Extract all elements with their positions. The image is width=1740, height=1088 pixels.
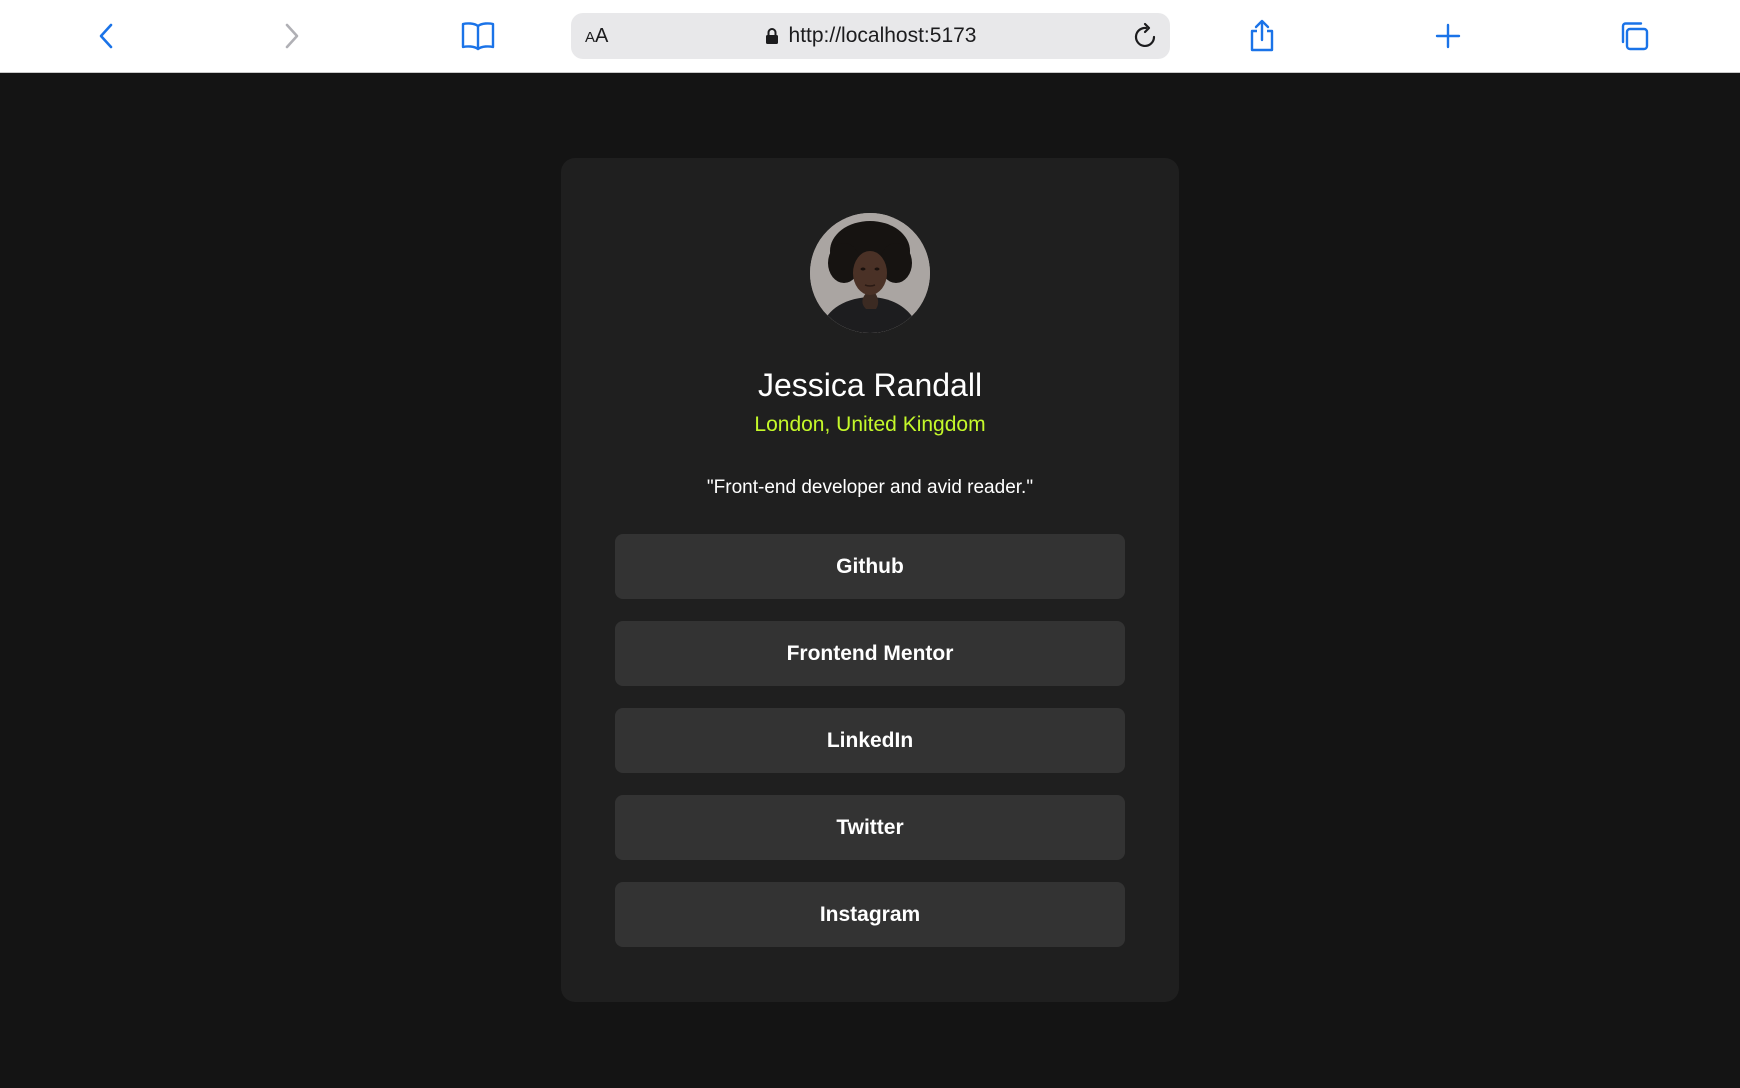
chevron-left-icon xyxy=(99,23,113,49)
reload-button[interactable] xyxy=(1130,20,1162,52)
new-tab-button[interactable] xyxy=(1428,16,1468,56)
avatar xyxy=(810,213,930,333)
linkedin-link-button[interactable]: LinkedIn xyxy=(615,708,1125,773)
frontend-mentor-link-button[interactable]: Frontend Mentor xyxy=(615,621,1125,686)
profile-card: Jessica Randall London, United Kingdom "… xyxy=(561,158,1179,1002)
lock-icon xyxy=(765,28,778,44)
bookmarks-button[interactable] xyxy=(458,16,498,56)
forward-button[interactable] xyxy=(271,16,311,56)
chevron-right-icon xyxy=(285,23,299,49)
share-icon xyxy=(1250,19,1274,52)
instagram-link-button[interactable]: Instagram xyxy=(615,882,1125,947)
browser-toolbar: AA http://localhost:5173 xyxy=(0,0,1740,73)
profile-photo xyxy=(810,213,930,333)
profile-bio: "Front-end developer and avid reader." xyxy=(706,477,1034,498)
twitter-link-button[interactable]: Twitter xyxy=(615,795,1125,860)
tabs-icon xyxy=(1621,22,1649,51)
reload-icon xyxy=(1134,22,1156,48)
url-text: http://localhost:5173 xyxy=(788,24,977,47)
share-button[interactable] xyxy=(1242,16,1282,56)
tabs-overview-button[interactable] xyxy=(1614,16,1654,56)
url-container: http://localhost:5173 xyxy=(571,13,1170,59)
profile-location: London, United Kingdom xyxy=(754,413,986,436)
address-bar[interactable]: AA http://localhost:5173 xyxy=(571,13,1170,59)
book-icon xyxy=(461,22,495,51)
social-links: Github Frontend Mentor LinkedIn Twitter … xyxy=(615,534,1125,969)
github-link-button[interactable]: Github xyxy=(615,534,1125,599)
plus-icon xyxy=(1435,23,1461,49)
back-button[interactable] xyxy=(87,16,127,56)
profile-name: Jessica Randall xyxy=(757,367,983,403)
